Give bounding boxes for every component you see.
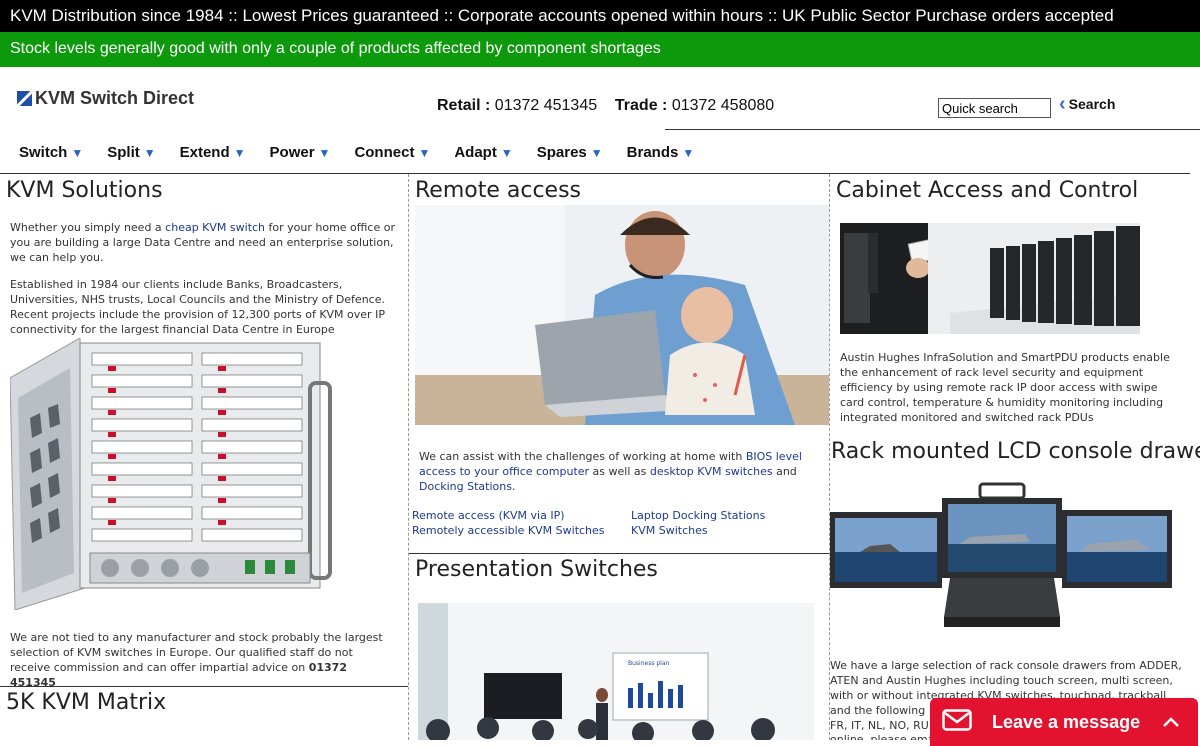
remote-text: and	[772, 465, 797, 478]
rack-console-drawers-heading: Rack mounted LCD console drawers	[831, 439, 1200, 464]
phone-numbers: Retail : 01372 451345 Trade : 01372 4580…	[437, 97, 774, 115]
remote-text: We can assist with the challenges of wor…	[419, 450, 746, 463]
intro-text: Whether you simply need a	[10, 221, 166, 234]
nav-label: Brands	[626, 144, 679, 161]
kvm-switches-link[interactable]: KVM Switches	[631, 524, 708, 537]
caret-down-icon: ▼	[318, 145, 331, 160]
caret-down-icon: ▼	[500, 145, 513, 160]
caret-down-icon: ▼	[233, 145, 246, 160]
nav-item-switch[interactable]: Switch ▼	[19, 144, 83, 161]
envelope-icon	[942, 708, 972, 736]
caret-down-icon: ▼	[418, 145, 431, 160]
leave-message-widget[interactable]: Leave a message	[930, 698, 1198, 746]
nav-item-brands[interactable]: Brands ▼	[627, 144, 695, 161]
nav-label: Switch	[19, 144, 68, 161]
remotely-accessible-kvm-link[interactable]: Remotely accessible KVM Switches	[412, 524, 605, 537]
nav-item-adapt[interactable]: Adapt ▼	[454, 144, 512, 161]
kvm-solutions-intro: Whether you simply need a cheap KVM swit…	[10, 220, 395, 265]
nav-label: Connect	[354, 144, 415, 161]
column-divider	[408, 174, 409, 740]
kvm-solutions-heading: KVM Solutions	[6, 178, 163, 203]
top-banner: KVM Distribution since 1984 :: Lowest Pr…	[0, 0, 1200, 32]
trade-phone: 01372 458080	[671, 97, 775, 114]
caret-down-icon: ▼	[143, 145, 156, 160]
remote-access-kvm-ip-link[interactable]: Remote access (KVM via IP)	[412, 509, 565, 522]
rack-console-drawer-photo	[830, 482, 1172, 630]
caret-down-icon: ▼	[682, 145, 695, 160]
retail-phone: 01372 451345	[494, 97, 598, 114]
logo-mark-icon	[17, 91, 32, 106]
chevron-left-icon: ‹	[1059, 93, 1066, 115]
column-divider	[829, 174, 830, 740]
cheap-kvm-switch-link[interactable]: cheap KVM switch	[165, 221, 265, 234]
kvm-solutions-impartial: We are not tied to any manufacturer and …	[10, 630, 395, 690]
nav-item-power[interactable]: Power ▼	[270, 144, 331, 161]
rack-console-languages: FR, IT, NL, NO, RU	[830, 719, 929, 732]
quick-search-input[interactable]	[938, 98, 1051, 118]
nav-item-connect[interactable]: Connect ▼	[354, 144, 430, 161]
logo-text: KVM Switch Direct	[35, 88, 195, 108]
nav-label: Adapt	[454, 144, 497, 161]
nav-item-split[interactable]: Split ▼	[107, 144, 155, 161]
cabinet-access-copy: Austin Hughes InfraSolution and SmartPDU…	[840, 351, 1170, 424]
cabinet-access-photo	[840, 223, 1140, 334]
presentation-room-photo: Business plan	[418, 603, 814, 740]
5k-kvm-matrix-heading: 5K KVM Matrix	[6, 690, 167, 715]
remote-access-heading: Remote access	[415, 178, 582, 203]
nav-label: Split	[107, 144, 140, 161]
leave-message-label: Leave a message	[992, 711, 1141, 732]
stock-banner: Stock levels generally good with only a …	[0, 32, 1200, 67]
presentation-screen-title: Business plan	[628, 660, 670, 667]
nav-item-extend[interactable]: Extend ▼	[180, 144, 246, 161]
desktop-kvm-switches-link[interactable]: desktop KVM switches	[650, 465, 773, 478]
section-divider	[409, 553, 829, 554]
chevron-up-icon	[1162, 712, 1180, 733]
trade-label: Trade :	[614, 97, 668, 114]
nav-divider	[0, 173, 1190, 174]
search-button[interactable]: ‹ Search	[1059, 93, 1116, 115]
laptop-docking-stations-link[interactable]: Laptop Docking Stations	[631, 509, 765, 522]
nav-item-spares[interactable]: Spares ▼	[537, 144, 603, 161]
kvm-matrix-chassis-image	[10, 338, 340, 610]
remote-text: as well as	[589, 465, 650, 478]
site-logo[interactable]: KVM Switch Direct	[17, 88, 194, 109]
nav-label: Power	[269, 144, 315, 161]
nav-label: Extend	[179, 144, 230, 161]
retail-label: Retail :	[437, 97, 491, 114]
remote-working-photo	[415, 205, 829, 425]
remote-access-copy: We can assist with the challenges of wor…	[419, 449, 819, 494]
nav-label: Spares	[536, 144, 587, 161]
search-button-label: Search	[1068, 96, 1116, 112]
docking-stations-link[interactable]: Docking Stations	[419, 480, 512, 493]
main-nav: Switch ▼ Split ▼ Extend ▼ Power ▼ Connect ▼ A…	[19, 144, 718, 161]
header-divider	[665, 129, 1200, 130]
cabinet-access-heading: Cabinet Access and Control	[836, 178, 1139, 203]
section-divider	[0, 686, 408, 687]
kvm-solutions-clients: Established in 1984 our clients include …	[10, 278, 385, 336]
presentation-switches-heading: Presentation Switches	[415, 557, 658, 582]
caret-down-icon: ▼	[71, 145, 84, 160]
caret-down-icon: ▼	[590, 145, 603, 160]
remote-text: .	[511, 480, 516, 493]
rack-console-contact: online, please ema	[830, 733, 935, 740]
